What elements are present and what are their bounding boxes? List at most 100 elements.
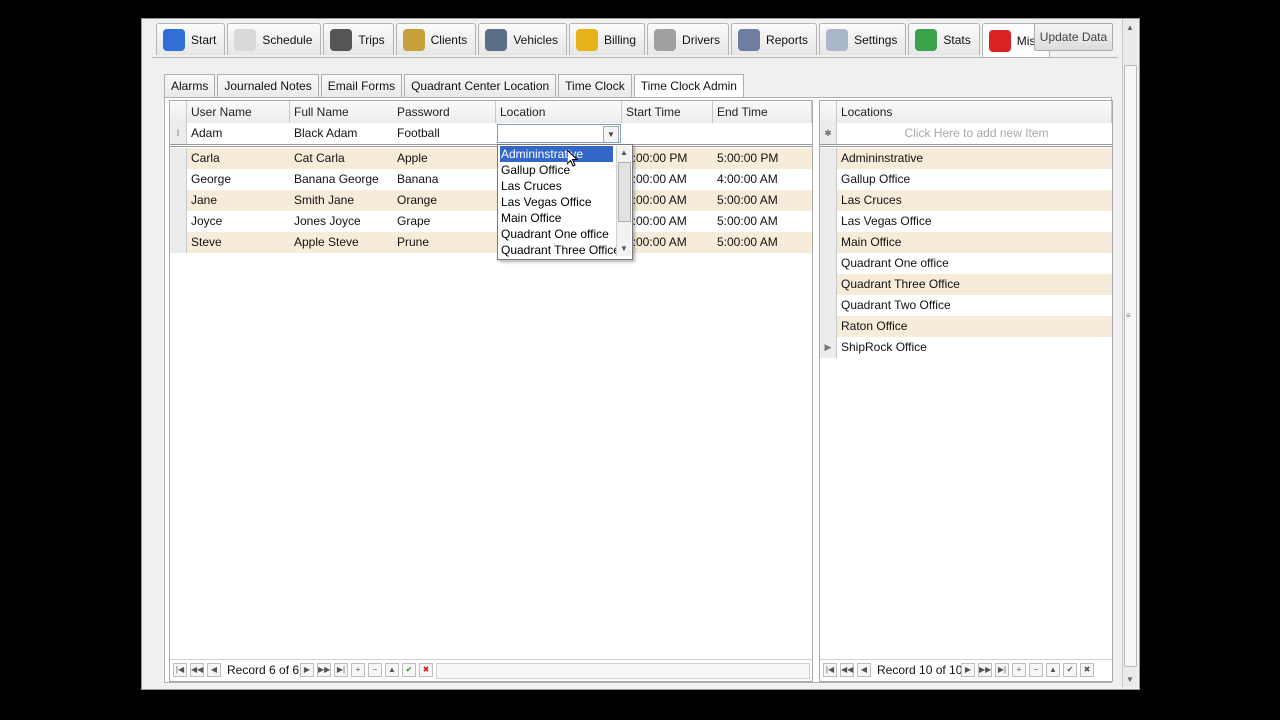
row-indicator[interactable] — [820, 295, 837, 316]
chevron-down-icon[interactable]: ▼ — [603, 126, 619, 142]
window-vertical-scrollbar[interactable]: ▲ ≡ ▼ — [1122, 19, 1137, 687]
chevron-up-icon[interactable]: ▲ — [617, 146, 631, 160]
location-combo-editor[interactable]: ▼ — [497, 124, 621, 143]
list-item[interactable]: Las Cruces — [820, 190, 1112, 211]
list-item[interactable]: Quadrant One office — [820, 253, 1112, 274]
edit-record-icon[interactable]: ▲ — [385, 663, 399, 677]
cell-user[interactable]: Carla — [187, 148, 290, 169]
cell-full[interactable]: Banana George — [290, 169, 393, 190]
table-row[interactable]: Joyce Jones Joyce Grape 5:00:00 AM 5:00:00 A… — [170, 211, 812, 232]
cell-user[interactable]: Steve — [187, 232, 290, 253]
location-dropdown-list[interactable]: Admininstrative Gallup Office Las Cruces La… — [497, 144, 633, 260]
horizontal-scrollbar[interactable] — [436, 663, 810, 679]
location-name[interactable]: Quadrant Two Office — [837, 295, 1112, 316]
row-indicator[interactable] — [170, 148, 187, 169]
cell-password[interactable]: Apple — [393, 148, 496, 169]
post-edit-check-icon[interactable]: ✔ — [402, 663, 416, 677]
cell-user[interactable]: Jane — [187, 190, 290, 211]
dropdown-option[interactable]: Las Cruces — [500, 178, 613, 194]
next-record-icon[interactable]: ▶ — [961, 663, 975, 677]
row-indicator[interactable] — [820, 253, 837, 274]
dropdown-scroll-thumb[interactable] — [618, 162, 631, 222]
next-page-icon[interactable]: ▶▶ — [317, 663, 331, 677]
edit-cell-full-name[interactable]: Black Adam — [290, 123, 393, 144]
cell-start[interactable]: 5:00:00 AM — [622, 211, 713, 232]
row-indicator[interactable] — [820, 148, 837, 169]
tab-reports[interactable]: Reports — [731, 23, 818, 55]
column-header-locations[interactable]: Locations — [837, 101, 1112, 123]
edit-row[interactable]: I Adam Black Adam Football ▼ — [170, 123, 812, 147]
cell-start[interactable]: 5:00:00 AM — [622, 190, 713, 211]
column-header-location[interactable]: Location — [496, 101, 622, 123]
add-record-icon[interactable]: + — [351, 663, 365, 677]
next-page-icon[interactable]: ▶▶ — [978, 663, 992, 677]
row-indicator[interactable] — [170, 169, 187, 190]
delete-record-icon[interactable]: − — [1029, 663, 1043, 677]
tab-schedule[interactable]: Schedule — [227, 23, 322, 55]
subtab-email-forms[interactable]: Email Forms — [320, 74, 403, 97]
dropdown-option[interactable]: Gallup Office — [500, 162, 613, 178]
current-row-arrow-icon[interactable]: ▶ — [820, 337, 837, 358]
cell-password[interactable]: Grape — [393, 211, 496, 232]
list-item[interactable]: Las Vegas Office — [820, 211, 1112, 232]
chevron-down-icon[interactable]: ▼ — [617, 242, 631, 256]
cell-password[interactable]: Prune — [393, 232, 496, 253]
list-item[interactable]: Quadrant Two Office — [820, 295, 1112, 316]
prev-record-icon[interactable]: ◀ — [857, 663, 871, 677]
row-indicator[interactable] — [820, 232, 837, 253]
cell-full[interactable]: Apple Steve — [290, 232, 393, 253]
subtab-alarms[interactable]: Alarms — [164, 74, 216, 97]
add-record-icon[interactable]: + — [1012, 663, 1026, 677]
cell-user[interactable]: Joyce — [187, 211, 290, 232]
dropdown-option[interactable]: Main Office — [500, 210, 613, 226]
location-name[interactable]: Las Vegas Office — [837, 211, 1112, 232]
tab-stats[interactable]: Stats — [908, 23, 980, 55]
list-item[interactable]: Main Office — [820, 232, 1112, 253]
scroll-up-arrow-icon[interactable]: ▲ — [1123, 21, 1137, 35]
cell-full[interactable]: Cat Carla — [290, 148, 393, 169]
table-row[interactable]: George Banana George Banana 5:00:00 AM 4:00:… — [170, 169, 812, 190]
edit-cell-user-name[interactable]: Adam — [187, 123, 290, 144]
row-indicator[interactable] — [170, 211, 187, 232]
column-header-password[interactable]: Password — [393, 101, 496, 123]
row-indicator[interactable] — [820, 274, 837, 295]
location-name[interactable]: Main Office — [837, 232, 1112, 253]
dropdown-option[interactable]: Quadrant Three Office — [500, 242, 620, 258]
update-data-button[interactable]: Update Data — [1034, 23, 1113, 51]
prev-record-icon[interactable]: ◀ — [207, 663, 221, 677]
cancel-edit-x-icon[interactable]: ✖ — [419, 663, 433, 677]
last-record-icon[interactable]: ▶| — [995, 663, 1009, 677]
list-item[interactable]: ▶ ShipRock Office — [820, 337, 1112, 358]
cell-start[interactable]: 5:00:00 AM — [622, 232, 713, 253]
cell-end[interactable]: 5:00:00 PM — [713, 148, 812, 169]
dropdown-option[interactable]: Admininstrative — [500, 146, 613, 162]
scroll-down-arrow-icon[interactable]: ▼ — [1123, 673, 1137, 687]
dropdown-option[interactable]: Las Vegas Office — [500, 194, 613, 210]
column-header-user-name[interactable]: User Name — [187, 101, 290, 123]
dropdown-scrollbar[interactable]: ▲ ▼ — [616, 146, 631, 256]
cell-end[interactable]: 5:00:00 AM — [713, 232, 812, 253]
tab-clients[interactable]: Clients — [395, 23, 477, 55]
tab-trips[interactable]: Trips — [323, 23, 394, 55]
cell-end[interactable]: 4:00:00 AM — [713, 169, 812, 190]
row-indicator[interactable] — [170, 190, 187, 211]
subtab-quadrant-center-location[interactable]: Quadrant Center Location — [404, 74, 557, 97]
subtab-time-clock-admin[interactable]: Time Clock Admin — [633, 74, 744, 98]
subtab-time-clock[interactable]: Time Clock — [558, 74, 632, 97]
location-name[interactable]: Las Cruces — [837, 190, 1112, 211]
cell-start[interactable]: 5:00:00 AM — [622, 169, 713, 190]
last-record-icon[interactable]: ▶| — [334, 663, 348, 677]
tab-start[interactable]: Start — [156, 23, 226, 55]
location-name[interactable]: Quadrant Three Office — [837, 274, 1112, 295]
tab-billing[interactable]: Billing — [569, 23, 646, 55]
location-name[interactable]: Raton Office — [837, 316, 1112, 337]
cell-user[interactable]: George — [187, 169, 290, 190]
list-item[interactable]: Gallup Office — [820, 169, 1112, 190]
row-indicator[interactable] — [820, 190, 837, 211]
location-name[interactable]: Gallup Office — [837, 169, 1112, 190]
edit-cell-password[interactable]: Football — [393, 123, 496, 144]
cell-full[interactable]: Smith Jane — [290, 190, 393, 211]
prev-page-icon[interactable]: ◀◀ — [840, 663, 854, 677]
scroll-thumb[interactable] — [1124, 65, 1137, 667]
cell-password[interactable]: Orange — [393, 190, 496, 211]
